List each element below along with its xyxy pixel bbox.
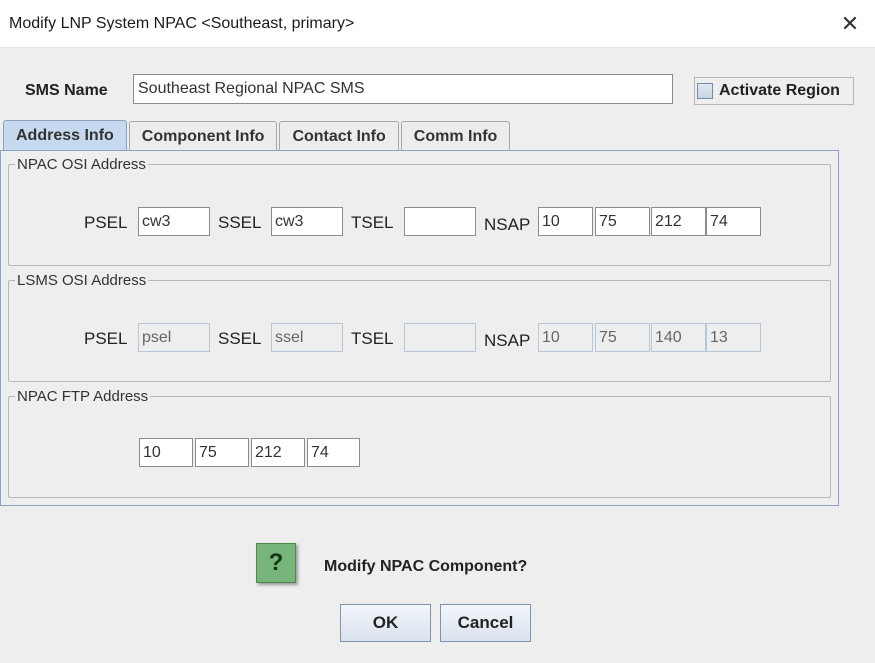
ftp-ip-octet-2[interactable] <box>195 438 249 467</box>
tab-bar: Address Info Component Info Contact Info… <box>3 120 512 151</box>
npac-nsap-octet-1[interactable] <box>538 207 593 236</box>
npac-ssel-input[interactable] <box>271 207 343 236</box>
checkbox-icon[interactable] <box>697 83 713 99</box>
sms-name-label: SMS Name <box>25 82 108 99</box>
npac-tsel-input[interactable] <box>404 207 476 236</box>
question-icon: ? <box>256 543 296 583</box>
lsms-osi-legend: LSMS OSI Address <box>15 272 149 289</box>
npac-nsap-label: NSAP <box>484 215 531 234</box>
npac-nsap-octet-2[interactable] <box>595 207 650 236</box>
lsms-psel-input <box>138 323 210 352</box>
lsms-nsap-octet-1 <box>538 323 593 352</box>
tab-comm-info[interactable]: Comm Info <box>400 121 511 151</box>
activate-region-checkbox[interactable]: Activate Region <box>694 77 854 105</box>
tab-address-info[interactable]: Address Info <box>3 120 127 151</box>
sms-name-input[interactable] <box>133 74 673 104</box>
npac-ftp-legend: NPAC FTP Address <box>15 388 151 405</box>
lsms-nsap-label: NSAP <box>484 331 531 350</box>
tab-component-info[interactable]: Component Info <box>128 121 278 151</box>
lsms-nsap-octet-4 <box>706 323 761 352</box>
npac-osi-address-group: NPAC OSI Address PSEL SSEL TSEL NSAP <box>8 156 831 266</box>
npac-psel-input[interactable] <box>138 207 210 236</box>
lsms-psel-label: PSEL <box>84 329 128 348</box>
title-bar: Modify LNP System NPAC <Southeast, prima… <box>0 0 875 48</box>
activate-region-label: Activate Region <box>719 82 840 99</box>
npac-tsel-label: TSEL <box>351 213 394 232</box>
lsms-nsap-octet-3 <box>651 323 706 352</box>
lsms-ssel-input <box>271 323 343 352</box>
npac-ssel-label: SSEL <box>218 213 262 232</box>
npac-psel-label: PSEL <box>84 213 128 232</box>
npac-osi-legend: NPAC OSI Address <box>15 156 148 173</box>
ftp-ip-octet-1[interactable] <box>139 438 193 467</box>
npac-ftp-address-group: NPAC FTP Address <box>8 388 831 498</box>
ftp-ip-octet-3[interactable] <box>251 438 305 467</box>
cancel-button[interactable]: Cancel <box>440 604 531 642</box>
npac-nsap-octet-3[interactable] <box>651 207 706 236</box>
npac-nsap-octet-4[interactable] <box>706 207 761 236</box>
address-info-panel: NPAC OSI Address PSEL SSEL TSEL NSAP LSM… <box>0 150 839 506</box>
ok-button[interactable]: OK <box>340 604 431 642</box>
lsms-nsap-octet-2 <box>595 323 650 352</box>
ftp-ip-octet-4[interactable] <box>307 438 360 467</box>
close-icon[interactable]: ✕ <box>830 4 870 44</box>
lsms-osi-address-group: LSMS OSI Address PSEL SSEL TSEL NSAP <box>8 272 831 382</box>
confirm-message: Modify NPAC Component? <box>324 558 528 575</box>
window-title: Modify LNP System NPAC <Southeast, prima… <box>9 15 355 32</box>
lsms-tsel-input <box>404 323 476 352</box>
lsms-tsel-label: TSEL <box>351 329 394 348</box>
tab-contact-info[interactable]: Contact Info <box>279 121 399 151</box>
lsms-ssel-label: SSEL <box>218 329 262 348</box>
